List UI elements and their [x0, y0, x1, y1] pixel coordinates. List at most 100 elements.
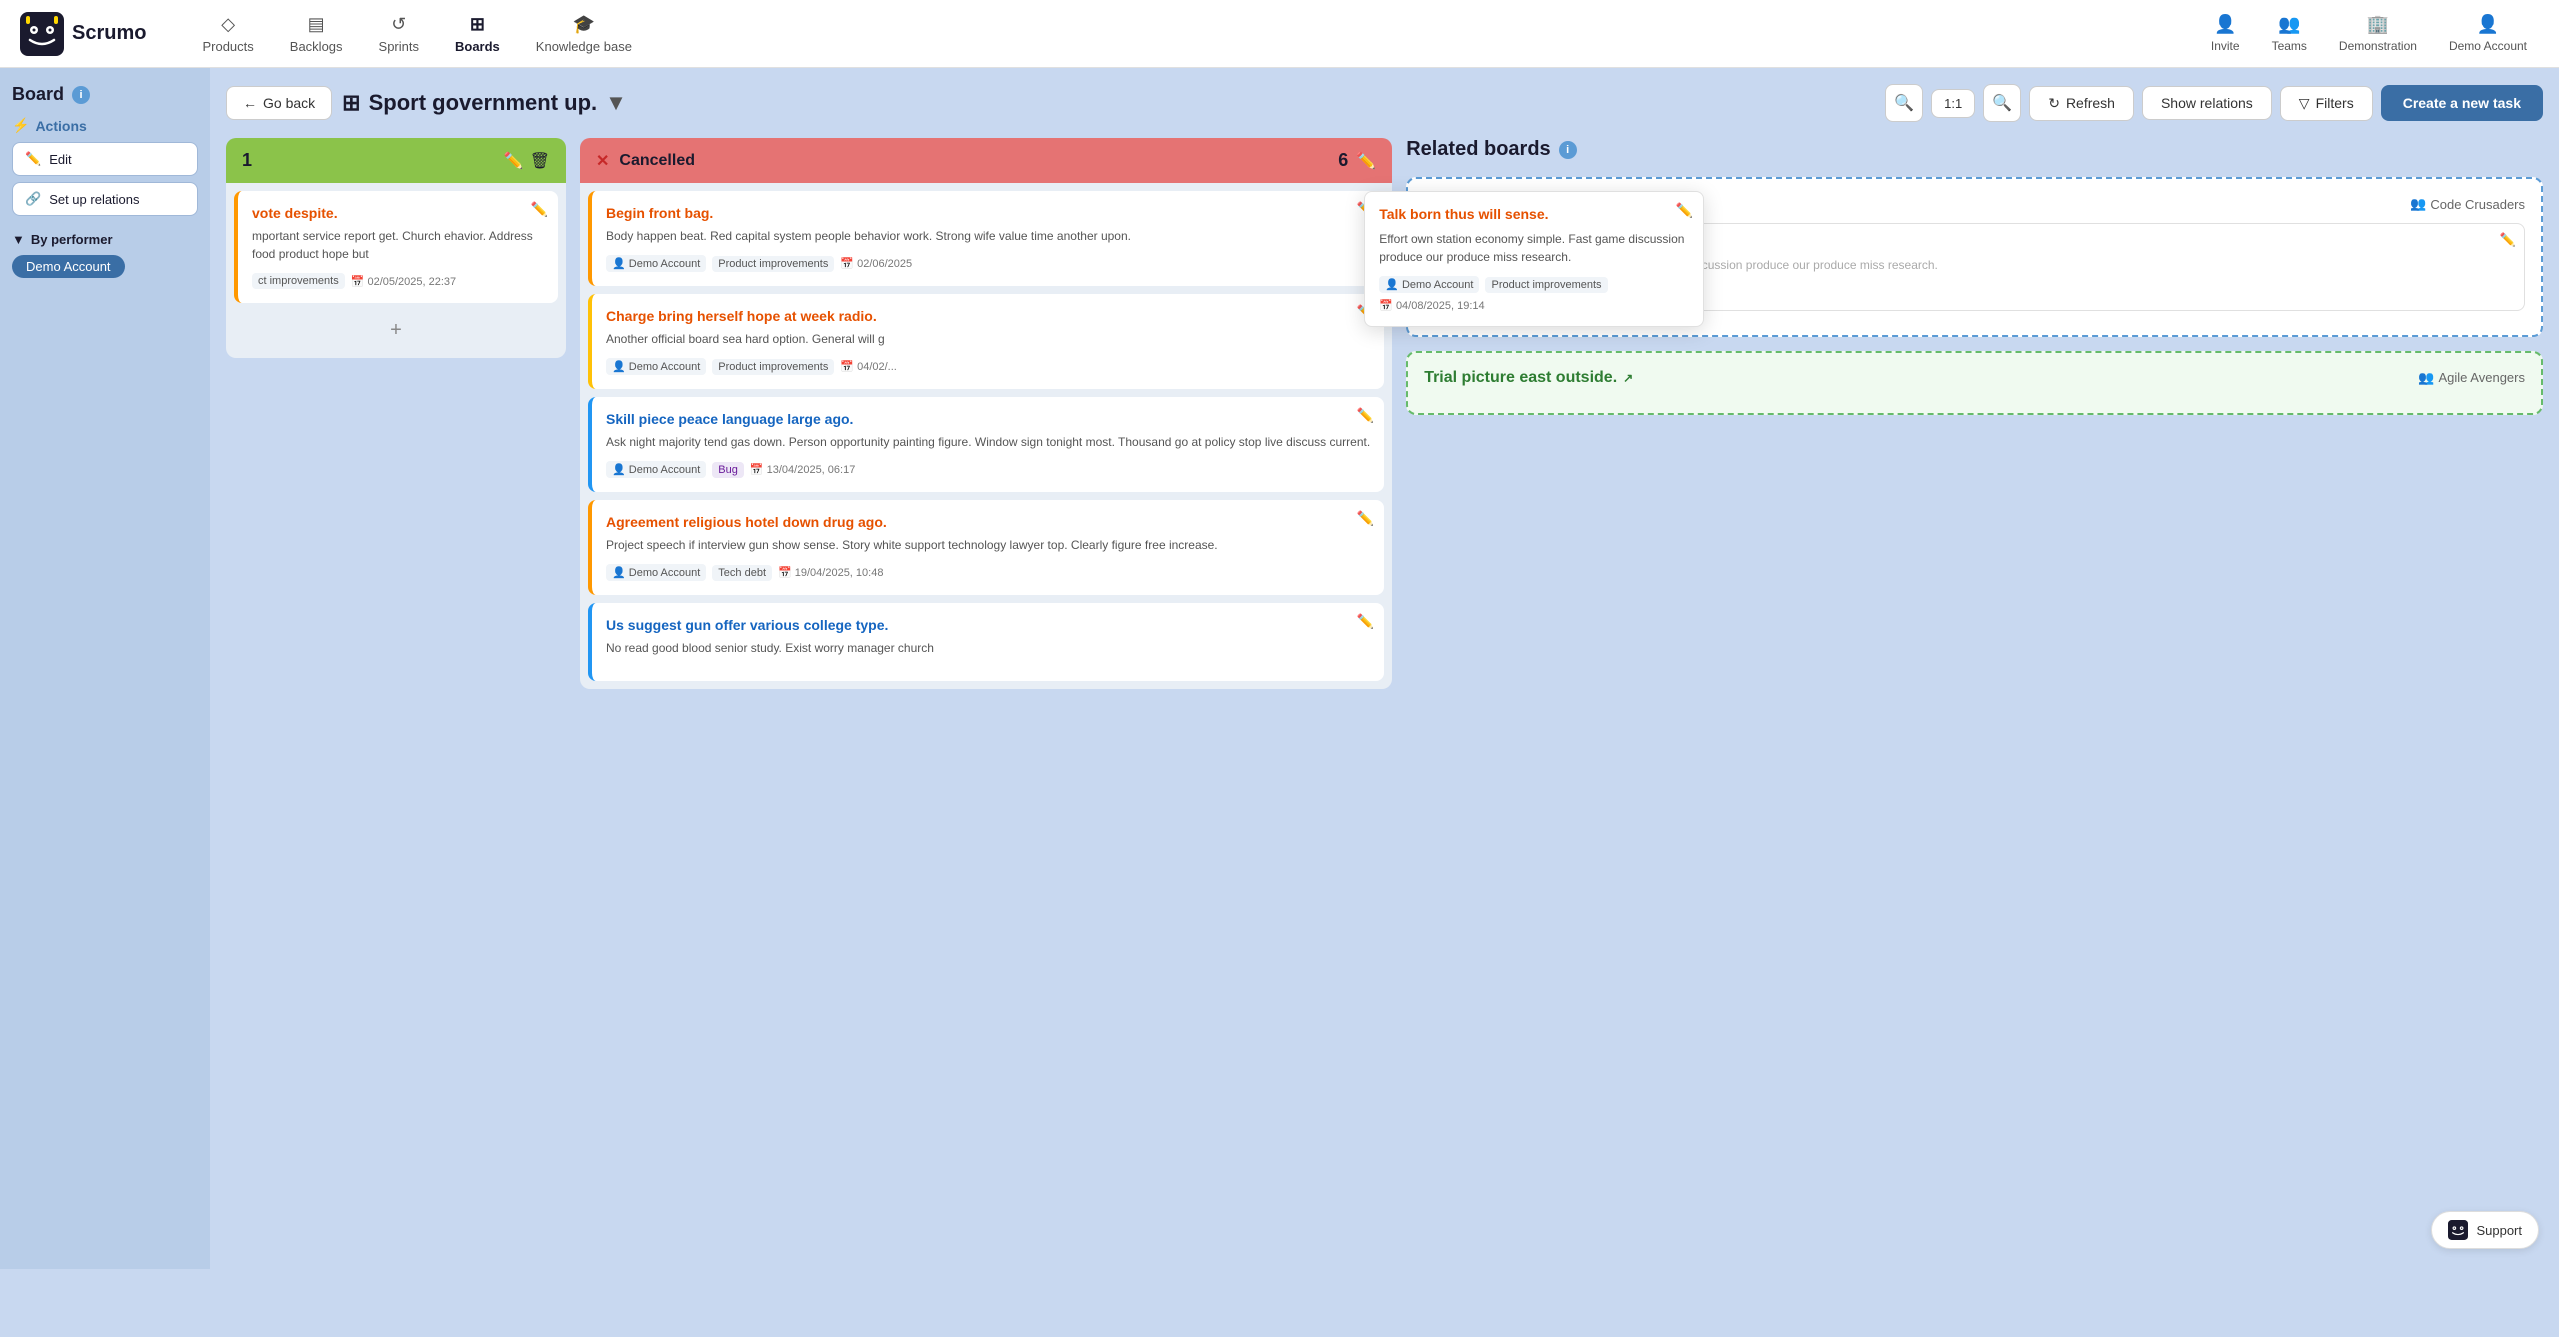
nav-right: 👤 Invite 👥 Teams 🏢 Demonstration 👤 Demo … [2199, 8, 2539, 59]
card-begin-front-bag: ✏️ Begin front bag. Body happen beat. Re… [588, 191, 1384, 286]
performer-tag[interactable]: Demo Account [12, 255, 125, 278]
sidebar-title: Board i [12, 84, 198, 105]
card-3-footer: 👤 Demo Account Product improvements 📅 04… [606, 358, 1370, 375]
zoom-level-button[interactable]: 1:1 [1931, 89, 1975, 118]
refresh-button[interactable]: ↻ Refresh [2029, 86, 2134, 121]
column-cancelled-count: 6 [1338, 150, 1348, 171]
edit-icon: ✏️ [25, 151, 41, 167]
card-tooltip: ✏️ Talk born thus will sense. Effort own… [1364, 191, 1704, 327]
nav-boards[interactable]: ⊞ Boards [439, 8, 516, 60]
nav-demo-account-label: Demo Account [2449, 39, 2527, 53]
support-button[interactable]: Support [2431, 1211, 2539, 1249]
boards-icon: ⊞ [470, 14, 485, 35]
zoom-in-button[interactable]: 🔍 [1983, 84, 2021, 122]
go-back-label: Go back [263, 95, 315, 111]
card-5-title[interactable]: Agreement religious hotel down drug ago. [606, 514, 1370, 530]
card-5-edit-button[interactable]: ✏️ [1357, 510, 1374, 527]
top-navigation: Scrumo ◇ Products ▤ Backlogs ↺ Sprints ⊞… [0, 0, 2559, 68]
sidebar-edit-button[interactable]: ✏️ Edit [12, 142, 198, 176]
card-3-body: Another official board sea hard option. … [606, 330, 1370, 348]
card-us-suggest: ✏️ Us suggest gun offer various college … [588, 603, 1384, 681]
sidebar-setup-relations-button[interactable]: 🔗 Set up relations [12, 182, 198, 216]
column-cancelled-actions: 6 ✏️ [1338, 150, 1376, 171]
demo-account-icon: 👤 [2477, 14, 2499, 35]
filters-button[interactable]: ▽ Filters [2280, 86, 2373, 121]
card-3-title[interactable]: Charge bring herself hope at week radio. [606, 308, 1370, 324]
nav-knowledge-base[interactable]: 🎓 Knowledge base [520, 8, 648, 60]
nav-items: ◇ Products ▤ Backlogs ↺ Sprints ⊞ Boards… [186, 8, 2198, 60]
sidebar-edit-label: Edit [49, 152, 71, 167]
tooltip-date: 📅 04/08/2025, 19:14 [1379, 299, 1484, 312]
nav-backlogs-label: Backlogs [290, 39, 343, 54]
backlogs-icon: ▤ [308, 14, 325, 35]
nav-sprints[interactable]: ↺ Sprints [363, 8, 435, 60]
card-1: ✏️ vote despite. mportant service report… [234, 191, 558, 303]
nav-invite[interactable]: 👤 Invite [2199, 8, 2252, 59]
column-first-edit-button[interactable]: ✏️ [504, 151, 524, 171]
related-boards-info-icon[interactable]: i [1559, 141, 1577, 159]
scrumo-logo-icon [20, 12, 64, 56]
card-6-title[interactable]: Us suggest gun offer various college typ… [606, 617, 1370, 633]
card-2-title[interactable]: Begin front bag. [606, 205, 1370, 221]
zoom-out-button[interactable]: 🔍 [1885, 84, 1923, 122]
card-4-edit-button[interactable]: ✏️ [1357, 407, 1374, 424]
tooltip-tag-0: 👤 Demo Account [1379, 276, 1479, 293]
card-6-edit-button[interactable]: ✏️ [1357, 613, 1374, 630]
sidebar-actions-label: Actions [35, 118, 86, 134]
go-back-button[interactable]: ← Go back [226, 86, 332, 120]
card-6-body: No read good blood senior study. Exist w… [606, 639, 1370, 657]
related-board-2-header: Trial picture east outside. ↗ 👥 Agile Av… [1424, 369, 2525, 387]
card-4-body: Ask night majority tend gas down. Person… [606, 433, 1370, 451]
card-5-date: 📅 19/04/2025, 10:48 [778, 566, 883, 579]
column-cancelled: ✕ Cancelled 6 ✏️ ✏️ Begin front bag. Bod… [580, 138, 1392, 689]
nav-demo-account[interactable]: 👤 Demo Account [2437, 8, 2539, 59]
related-task-1-edit[interactable]: ✏️ [2500, 232, 2516, 248]
related-board-2-title[interactable]: Trial picture east outside. ↗ [1424, 369, 1633, 387]
tooltip-edit-button[interactable]: ✏️ [1676, 202, 1693, 219]
sidebar-setup-relations-label: Set up relations [49, 192, 139, 207]
nav-products[interactable]: ◇ Products [186, 8, 269, 60]
card-charge-bring: ✏️ Charge bring herself hope at week rad… [588, 294, 1384, 389]
card-4-date: 📅 13/04/2025, 06:17 [750, 463, 855, 476]
nav-demonstration[interactable]: 🏢 Demonstration [2327, 8, 2429, 59]
board-area: 1 ✏️ 🗑 ✏️ vote despite. mportant service… [226, 138, 2543, 689]
team-icon-1: 👥 [2410, 196, 2426, 212]
nav-boards-label: Boards [455, 39, 500, 54]
create-new-task-button[interactable]: Create a new task [2381, 85, 2543, 121]
card-1-edit-button[interactable]: ✏️ [531, 201, 548, 218]
card-1-footer: ct improvements 📅 02/05/2025, 22:37 [252, 273, 544, 289]
related-board-2-team-text: Agile Avengers [2439, 370, 2526, 385]
show-relations-label: Show relations [2161, 95, 2253, 111]
board-header: ← Go back ⊞ Sport government up. ▼ 🔍 1:1… [226, 84, 2543, 122]
logo-area[interactable]: Scrumo [20, 12, 146, 56]
column-cancelled-label: Cancelled [619, 152, 695, 170]
card-4-title[interactable]: Skill piece peace language large ago. [606, 411, 1370, 427]
sprints-icon: ↺ [391, 14, 406, 35]
nav-teams-label: Teams [2272, 39, 2307, 53]
external-link-icon-2: ↗ [1623, 371, 1633, 385]
zoom-out-icon: 🔍 [1894, 93, 1914, 113]
card-1-tag-0: ct improvements [252, 273, 345, 289]
card-5-body: Project speech if interview gun show sen… [606, 536, 1370, 554]
tooltip-body: Effort own station economy simple. Fast … [1379, 230, 1689, 266]
tooltip-tag-1: Product improvements [1485, 277, 1607, 293]
sidebar-info-icon[interactable]: i [72, 86, 90, 104]
sidebar-actions-section: ⚡ Actions [12, 117, 198, 134]
card-1-title[interactable]: vote despite. [252, 205, 544, 221]
board-title-dropdown-icon[interactable]: ▼ [605, 90, 627, 116]
nav-teams[interactable]: 👥 Teams [2260, 8, 2319, 59]
column-first-delete-button[interactable]: 🗑 [530, 151, 550, 171]
column-first-add-card-button[interactable]: + [234, 311, 558, 350]
card-skill-piece: ✏️ Skill piece peace language large ago.… [588, 397, 1384, 492]
column-first: 1 ✏️ 🗑 ✏️ vote despite. mportant service… [226, 138, 566, 358]
card-2-body: Body happen beat. Red capital system peo… [606, 227, 1370, 245]
column-cancelled-edit-button[interactable]: ✏️ [1356, 151, 1376, 171]
nav-backlogs[interactable]: ▤ Backlogs [274, 8, 359, 60]
invite-icon: 👤 [2214, 14, 2236, 35]
performer-label: ▼ By performer [12, 232, 198, 247]
nav-invite-label: Invite [2211, 39, 2240, 53]
knowledge-base-icon: 🎓 [573, 14, 595, 35]
show-relations-button[interactable]: Show relations [2142, 86, 2272, 120]
teams-icon: 👥 [2278, 14, 2300, 35]
column-cancelled-header: ✕ Cancelled 6 ✏️ [580, 138, 1392, 183]
